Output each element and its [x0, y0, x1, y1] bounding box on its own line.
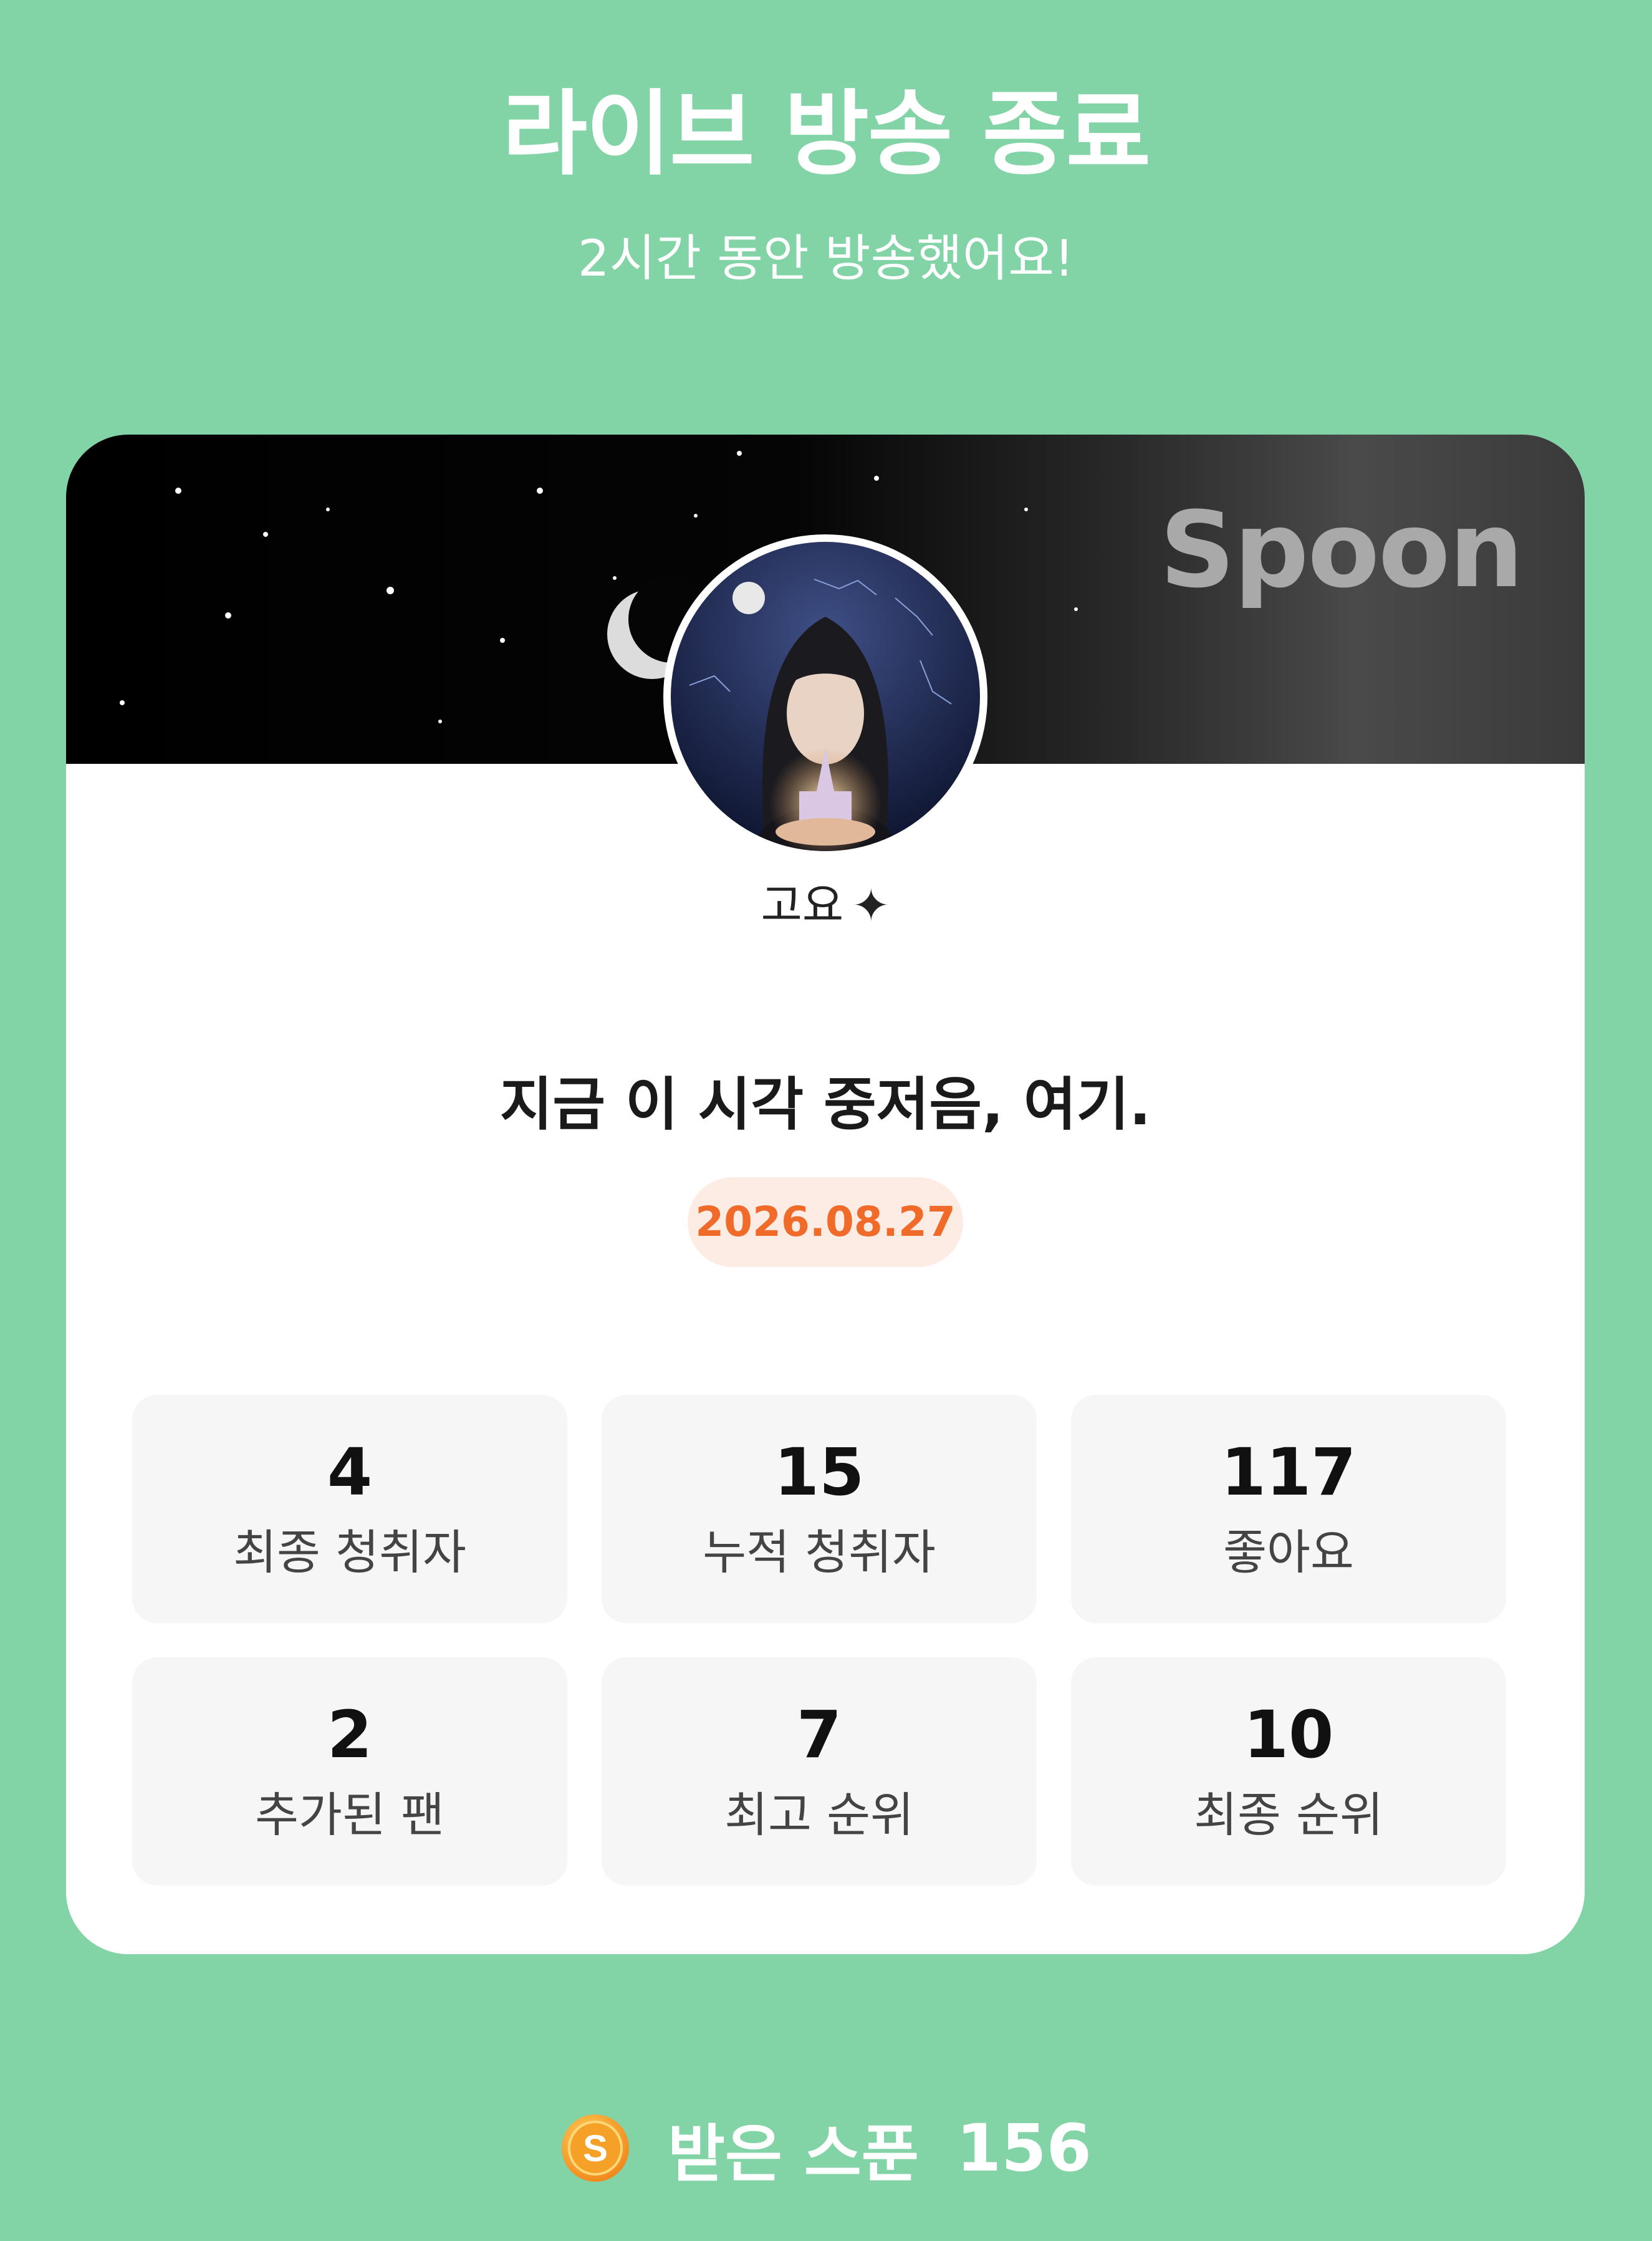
room-title: 지금 이 시각 중저음, 여기.: [499, 1071, 1151, 1138]
stat-value: 10: [1243, 1697, 1334, 1773]
date-badge: 2026.08.27: [688, 1177, 963, 1267]
stat-value: 2: [327, 1697, 373, 1773]
stat-label: 추가된 팬: [255, 1787, 444, 1843]
stat-likes: 117 좋아요: [1071, 1395, 1506, 1623]
spoon-coin-icon: S: [562, 2114, 630, 2182]
stat-label: 최종 청취자: [233, 1525, 466, 1580]
stat-value: 7: [796, 1697, 842, 1773]
broadcast-duration: 2시간 동안 방송했어요!: [577, 229, 1075, 287]
nickname-text: 고요: [761, 879, 844, 932]
stat-label: 누적 청취자: [703, 1525, 936, 1580]
received-spoons: S 받은 스푼 156: [0, 2108, 1652, 2190]
stat-value: 117: [1221, 1434, 1357, 1510]
sparkle-icon: ✦: [852, 879, 890, 932]
nickname: 고요 ✦: [66, 877, 1585, 933]
svg-text:S: S: [583, 2128, 608, 2169]
received-spoons-label: 받은 스푼: [668, 2117, 919, 2190]
stat-value: 15: [774, 1434, 865, 1510]
avatar[interactable]: [663, 534, 987, 859]
stat-label: 최종 순위: [1194, 1787, 1383, 1843]
stat-label: 좋아요: [1223, 1525, 1354, 1580]
stat-label: 최고 순위: [724, 1787, 914, 1843]
received-spoons-count: 156: [956, 2110, 1092, 2186]
spoon-logo: Spoon: [1160, 489, 1524, 611]
stat-total-listeners: 15 누적 청취자: [602, 1395, 1037, 1623]
stat-best-rank: 7 최고 순위: [602, 1657, 1037, 1886]
stats-grid: 4 최종 청취자 15 누적 청취자 117 좋아요 2 추가된 팬 7 최고 …: [132, 1395, 1506, 1886]
page-title: 라이브 방송 종료: [502, 80, 1151, 188]
stat-final-rank: 10 최종 순위: [1071, 1657, 1506, 1886]
stat-new-fans: 2 추가된 팬: [132, 1657, 567, 1886]
stat-value: 4: [327, 1434, 373, 1510]
stat-final-listeners: 4 최종 청취자: [132, 1395, 567, 1623]
broadcast-summary-card: Spoon 고요 ✦ 지금 이 시각 중저음, 여기. 2026.08.27 4…: [66, 435, 1585, 1954]
